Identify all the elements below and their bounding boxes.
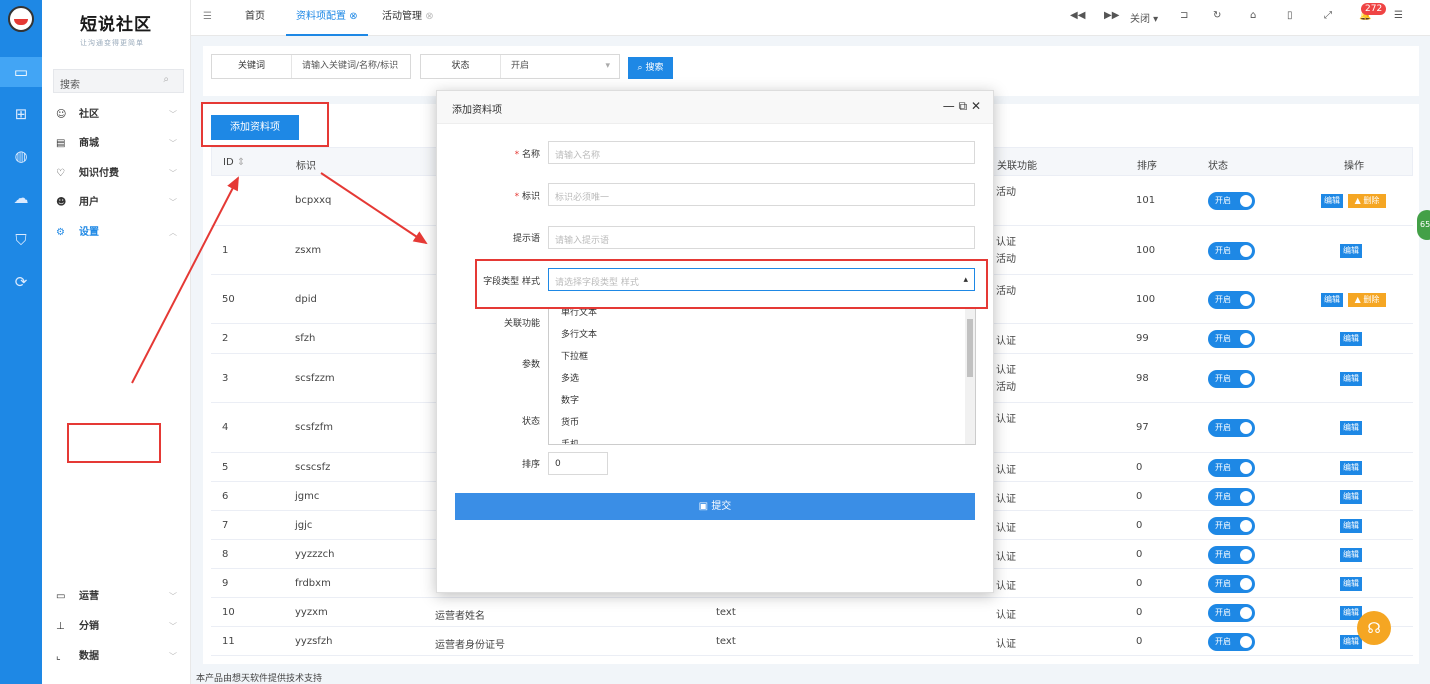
- side-float-tab[interactable]: 65: [1417, 210, 1430, 240]
- annotation-arrows: [131, 172, 428, 384]
- support-headset-icon[interactable]: ☊: [1357, 611, 1391, 645]
